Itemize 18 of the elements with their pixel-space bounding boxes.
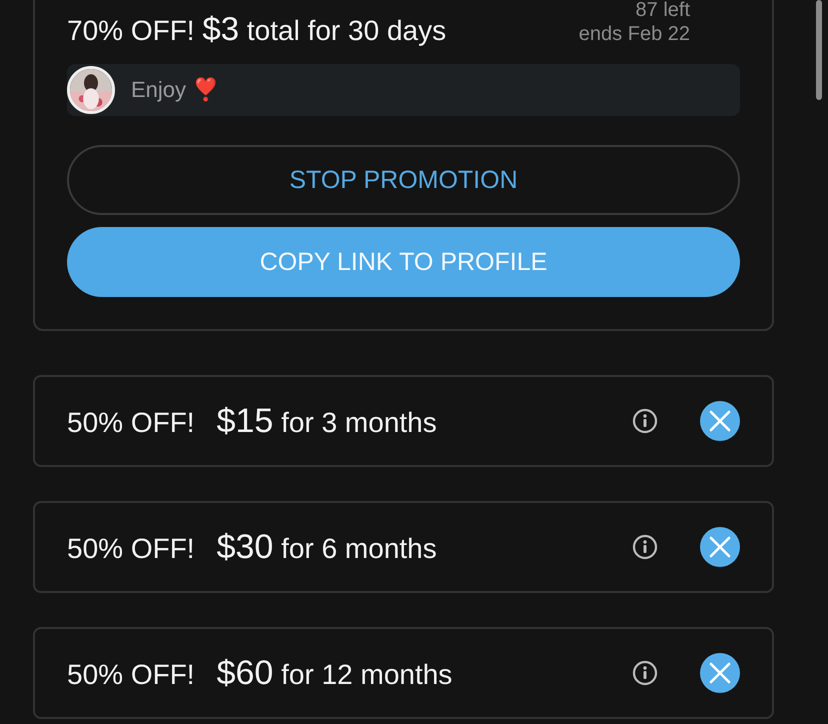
offer-text: 50% OFF! $60 for 12 months — [67, 654, 454, 692]
end-date: ends Feb 22 — [578, 22, 690, 46]
close-button[interactable] — [700, 401, 740, 441]
offer-text: 50% OFF! $15 for 3 months — [67, 402, 438, 440]
info-icon[interactable] — [632, 408, 658, 434]
close-button[interactable] — [700, 527, 740, 567]
message-text: Enjoy ❣ — [131, 77, 220, 103]
close-icon — [709, 662, 731, 684]
close-icon — [709, 536, 731, 558]
info-icon[interactable] — [632, 534, 658, 560]
offer-text: 50% OFF! $30 for 6 months — [67, 528, 438, 566]
info-icon[interactable] — [632, 660, 658, 686]
scrollbar[interactable] — [816, 0, 822, 100]
stop-promotion-button[interactable]: STOP PROMOTION — [67, 145, 740, 215]
close-button[interactable] — [700, 653, 740, 693]
remaining-count: 87 left — [636, 0, 690, 22]
promotion-title: 70% OFF! $3 total for 30 days — [67, 9, 446, 48]
close-icon — [709, 410, 731, 432]
